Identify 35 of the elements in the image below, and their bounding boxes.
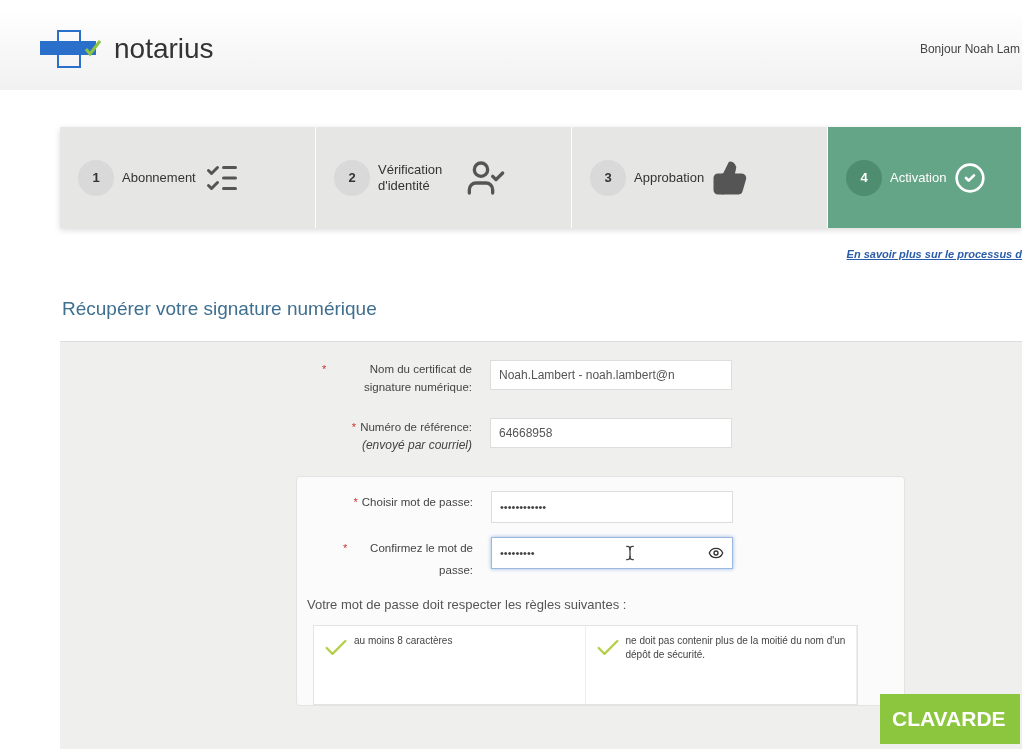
rules-title: Votre mot de passe doit respecter les règles suivantes : [307, 596, 628, 614]
text-field[interactable]: Noah.Lambert - noah.lambert@n [490, 360, 732, 390]
step-label: Vérification d'identité [378, 161, 444, 194]
step-number: 2 [334, 159, 370, 196]
step-number: 3 [590, 159, 626, 196]
step-number: 1 [78, 159, 114, 196]
logo-text: notarius [114, 32, 214, 66]
step-label: Abonnement [122, 169, 196, 186]
field-label: Choisir mot de passe: [361, 495, 473, 510]
show-password-icon[interactable] [708, 545, 724, 561]
wizard-step[interactable]: 3 Approbation [572, 127, 828, 228]
field-label: Nom du certificat de signature numérique: [362, 362, 472, 395]
step-number: 4 [846, 159, 882, 196]
rule-text: au moins 8 caractères [354, 633, 453, 648]
field-label: Numéro de référence: [360, 420, 472, 435]
password-field[interactable]: •••••••••••• [491, 491, 733, 523]
process-link[interactable]: En savoir plus sur le processus d [846, 246, 1022, 263]
page-heading: Récupérer votre signature numérique [62, 296, 378, 321]
wizard-step[interactable]: 4 Activation [828, 127, 1022, 228]
required-mark: * [343, 541, 348, 556]
field-label: Confirmez le mot de passe: [369, 541, 473, 578]
wizard-step[interactable]: 1 Abonnement [60, 127, 316, 228]
field-note: (envoyé par courriel) [361, 437, 472, 454]
required-mark: * [322, 362, 327, 377]
thumbs-up-icon [712, 159, 749, 196]
step-label: Approbation [634, 169, 705, 186]
check-circle-icon [954, 161, 987, 194]
wizard-step[interactable]: 2 Vérification d'identité [316, 127, 572, 228]
password-field[interactable]: ••••••••• [491, 537, 733, 569]
rule-text: ne doit pas contenir plus de la moitié du nom d'un dépôt de sécurité. [625, 633, 847, 662]
text-field[interactable]: 64668958 [490, 418, 732, 448]
required-mark: * [351, 420, 357, 435]
required-mark: * [353, 495, 358, 510]
greeting-text: Bonjour Noah Lam [919, 41, 1020, 58]
step-label: Activation [890, 169, 947, 186]
